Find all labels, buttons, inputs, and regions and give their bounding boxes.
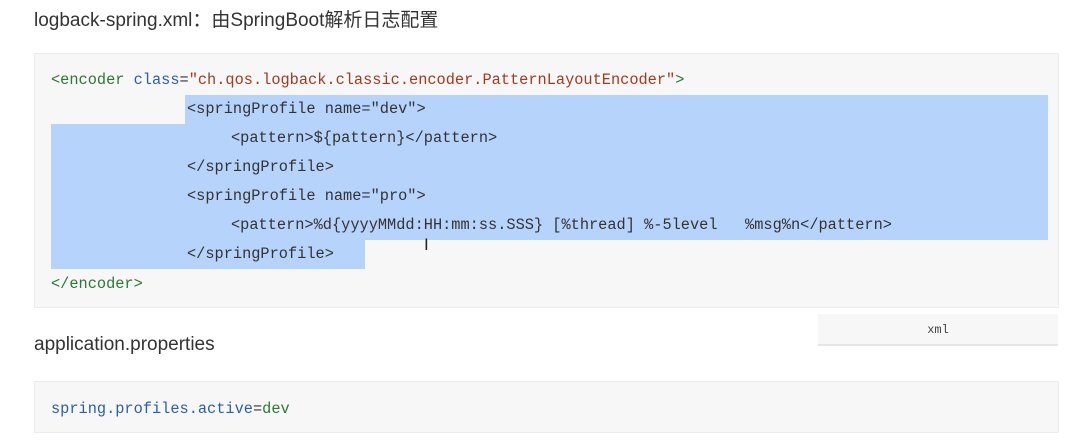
code-line-spring-profile-close-2: </springProfile> [187,245,334,263]
code-line-spring-profile-close-1: </springProfile> [187,158,334,176]
section-title-logback: logback-spring.xml：由SpringBoot解析日志配置 [34,10,439,31]
code-line-encoder-open: <encoder class="ch.qos.logback.classic.e… [51,71,685,89]
i-beam-cursor-icon: I [424,235,429,254]
code-line-spring-profile-dev: <springProfile name="dev"> [187,100,426,118]
code-line-spring-profile-pro: <springProfile name="pro"> [187,187,426,205]
code-line-encoder-close: </encoder> [51,275,143,293]
code-line-profiles-active: spring.profiles.active=dev [51,400,290,418]
code-language-label: xml [818,314,1058,346]
section-title-properties: application.properties [34,334,215,355]
code-line-pattern-pro: <pattern>%d{yyyyMMdd:HH:mm:ss.SSS} [%thr… [231,216,892,234]
code-line-pattern-dev: <pattern>${pattern}</pattern> [231,129,498,147]
